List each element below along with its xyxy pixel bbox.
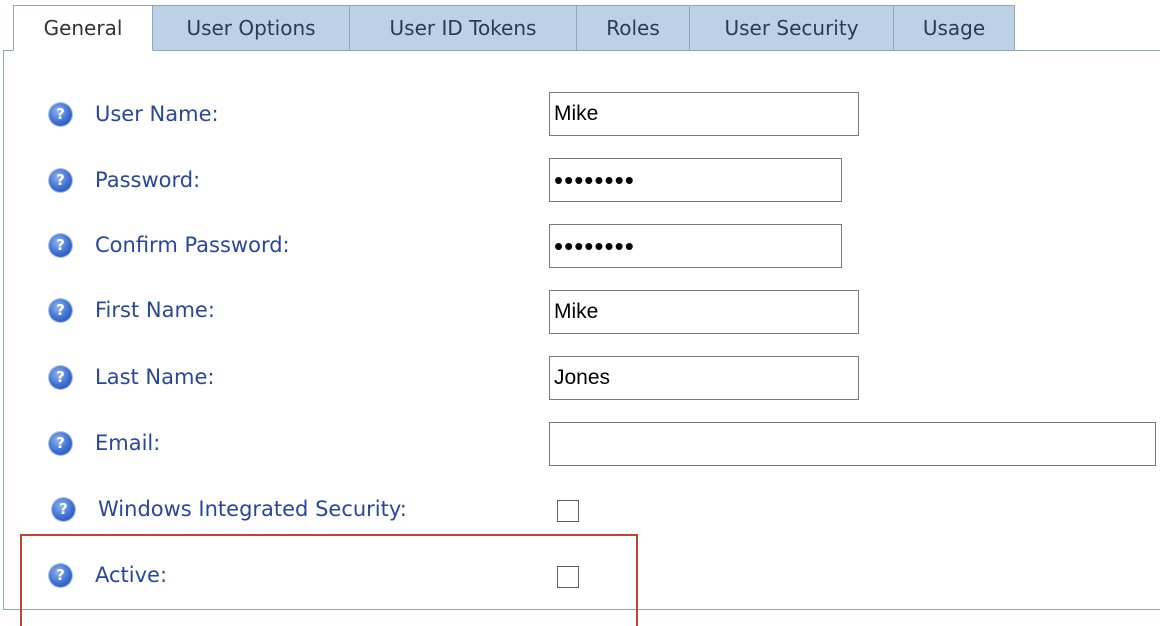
help-question-icon[interactable]: ? — [49, 103, 72, 126]
first-name-input[interactable] — [549, 290, 859, 334]
windows-integrated-security-label: Windows Integrated Security: — [98, 497, 407, 521]
password-input[interactable] — [549, 158, 842, 202]
highlight-box — [20, 534, 638, 626]
tab-general[interactable]: General — [13, 5, 153, 51]
tab-bar: General User Options User ID Tokens Role… — [13, 5, 1015, 51]
last-name-label: Last Name: — [95, 365, 215, 389]
email-label: Email: — [95, 431, 161, 455]
tab-user-options[interactable]: User Options — [152, 5, 350, 51]
tab-user-security[interactable]: User Security — [689, 5, 894, 51]
help-question-icon[interactable]: ? — [49, 234, 72, 257]
help-question-icon[interactable]: ? — [49, 169, 72, 192]
user-edit-form: General User Options User ID Tokens Role… — [0, 0, 1160, 626]
help-question-icon[interactable]: ? — [49, 299, 72, 322]
user-name-input[interactable] — [549, 92, 859, 136]
email-input[interactable] — [549, 422, 1156, 466]
tab-usage[interactable]: Usage — [893, 5, 1015, 51]
help-question-icon[interactable]: ? — [49, 366, 72, 389]
user-name-label: User Name: — [95, 102, 219, 126]
confirm-password-input[interactable] — [549, 224, 842, 268]
help-question-icon[interactable]: ? — [49, 432, 72, 455]
tab-roles[interactable]: Roles — [576, 5, 690, 51]
tab-user-id-tokens[interactable]: User ID Tokens — [349, 5, 577, 51]
first-name-label: First Name: — [95, 298, 215, 322]
windows-integrated-security-checkbox[interactable] — [557, 500, 579, 522]
password-label: Password: — [95, 168, 201, 192]
confirm-password-label: Confirm Password: — [95, 233, 290, 257]
last-name-input[interactable] — [549, 356, 859, 400]
help-question-icon[interactable]: ? — [52, 498, 75, 521]
